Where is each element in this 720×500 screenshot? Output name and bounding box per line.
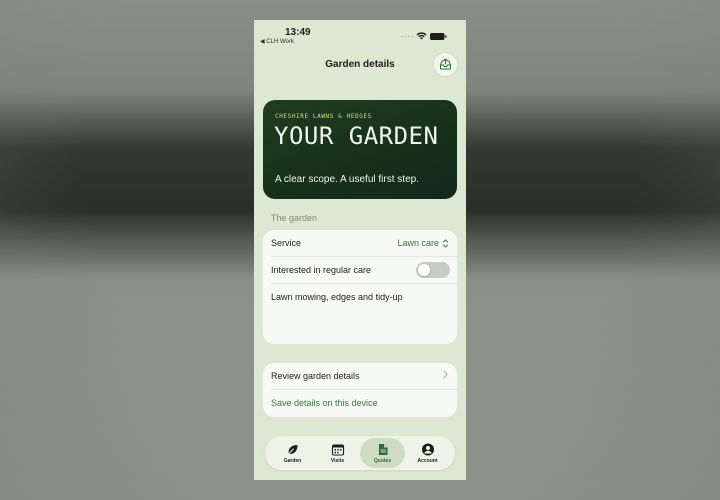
- row-divider: [271, 283, 457, 284]
- signal-dots-icon: ····: [400, 32, 415, 41]
- wifi-icon: [416, 32, 427, 40]
- section-label-garden: The garden: [271, 213, 318, 223]
- share-button[interactable]: [434, 53, 457, 76]
- row-divider: [271, 389, 457, 390]
- service-row[interactable]: Service Lawn care: [263, 230, 457, 257]
- hero-card: CHESHIRE LAWNS & HEDGES YOUR GARDEN A cl…: [263, 100, 457, 199]
- leaf-icon: [286, 445, 297, 456]
- regular-care-row: Interested in regular care: [263, 257, 457, 284]
- hero-title: YOUR GARDEN: [274, 122, 439, 150]
- tray-arrow-up-icon: [440, 58, 451, 70]
- document-icon: [378, 444, 387, 455]
- battery-icon: [430, 33, 447, 40]
- tab-label: Garden: [283, 458, 302, 464]
- review-details-row[interactable]: Review garden details: [263, 363, 457, 390]
- regular-care-toggle[interactable]: [416, 262, 450, 278]
- hero-eyebrow: CHESHIRE LAWNS & HEDGES: [275, 113, 372, 120]
- person-circle-icon: [421, 443, 434, 456]
- back-to-app-link[interactable]: ◀ CLH Work: [260, 38, 294, 45]
- save-details-button[interactable]: Save details on this device: [271, 398, 378, 408]
- regular-care-label: Interested in regular care: [271, 265, 372, 275]
- service-value[interactable]: Lawn care: [397, 238, 439, 248]
- tab-quotes[interactable]: Quotes: [360, 438, 405, 468]
- actions-card: Review garden details Save details on th…: [263, 363, 457, 417]
- toggle-knob: [418, 264, 430, 276]
- status-bar: 13:49 ◀ CLH Work ····: [254, 20, 466, 46]
- hero-tagline: A clear scope. A useful first step.: [275, 174, 419, 185]
- chevron-right-icon: [443, 370, 448, 382]
- tab-bar: Garden Visits Quotes Account: [265, 436, 455, 470]
- tab-garden[interactable]: Garden: [270, 438, 315, 468]
- calendar-icon: [331, 444, 344, 456]
- tab-label: Account: [417, 458, 438, 464]
- tab-visits[interactable]: Visits: [315, 438, 360, 468]
- status-time: 13:49: [285, 27, 311, 38]
- chevron-up-down-icon: [443, 239, 448, 250]
- tab-label: Visits: [330, 458, 345, 464]
- review-details-label: Review garden details: [271, 371, 360, 381]
- garden-card: Service Lawn care Interested in regular …: [263, 230, 457, 344]
- garden-note-textarea[interactable]: Lawn mowing, edges and tidy-up: [271, 292, 403, 302]
- phone-screen: 13:49 ◀ CLH Work ···· Garden details CHE…: [254, 20, 466, 480]
- tab-label: Quotes: [373, 458, 392, 464]
- service-label: Service: [271, 238, 302, 248]
- tab-account[interactable]: Account: [405, 438, 450, 468]
